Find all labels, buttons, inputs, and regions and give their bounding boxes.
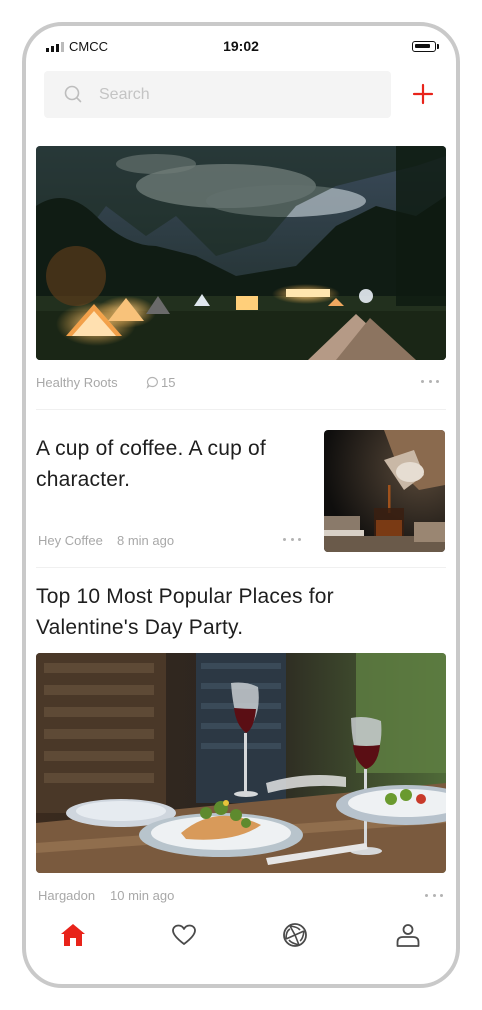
source-label[interactable]: Healthy Roots	[36, 375, 118, 390]
phone-frame: CMCC 19:02 Search Healthy Roots 15 A cup…	[22, 22, 460, 988]
aperture-icon[interactable]	[281, 921, 309, 949]
heart-icon[interactable]	[170, 921, 198, 949]
battery-icon	[412, 41, 439, 52]
search-icon	[64, 85, 82, 103]
tab-bar	[26, 921, 456, 961]
search-bar[interactable]: Search	[44, 71, 391, 118]
clock: 19:02	[223, 38, 259, 54]
comment-count: 15	[161, 375, 176, 390]
feed-image-camping[interactable]	[36, 146, 446, 360]
source-label[interactable]: Hargadon	[38, 888, 95, 903]
feed-image-dinner[interactable]	[36, 653, 446, 873]
divider	[36, 567, 446, 568]
feed-image-coffee[interactable]	[324, 430, 445, 552]
home-icon[interactable]	[59, 921, 87, 949]
divider	[36, 409, 446, 410]
article-title[interactable]: Top 10 Most Popular Places for Valentine…	[36, 581, 416, 643]
timestamp: 8 min ago	[117, 533, 175, 548]
user-icon[interactable]	[394, 921, 422, 949]
search-input[interactable]: Search	[99, 86, 150, 104]
status-bar: CMCC 19:02	[26, 26, 456, 70]
source-label[interactable]: Hey Coffee	[38, 533, 103, 548]
more-options-icon[interactable]	[283, 536, 301, 542]
timestamp: 10 min ago	[110, 888, 175, 903]
comment-icon	[146, 376, 158, 389]
more-options-icon[interactable]	[425, 892, 443, 898]
article-title[interactable]: A cup of coffee. A cup of character.	[36, 433, 316, 495]
add-icon[interactable]	[411, 82, 435, 106]
more-options-icon[interactable]	[421, 378, 439, 384]
